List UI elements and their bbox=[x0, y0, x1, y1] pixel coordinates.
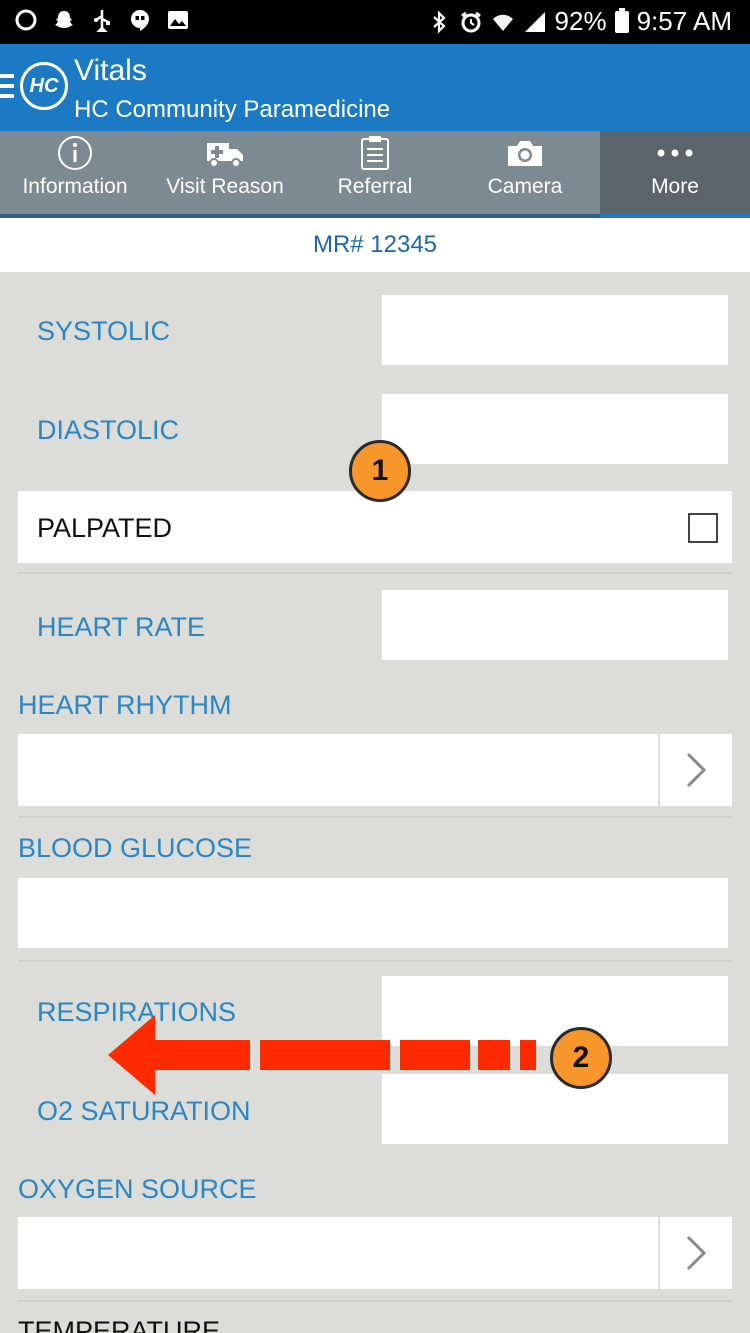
divider bbox=[18, 1300, 732, 1302]
hc-logo[interactable]: HC bbox=[20, 62, 68, 110]
divider bbox=[18, 960, 732, 962]
oxygen-source-label: OXYGEN SOURCE bbox=[18, 1174, 257, 1204]
hamburger-menu-icon[interactable] bbox=[0, 74, 14, 98]
alarm-icon bbox=[459, 10, 483, 34]
circle-icon bbox=[14, 8, 38, 32]
camera-icon bbox=[450, 131, 600, 175]
ambulance-icon bbox=[150, 131, 300, 175]
more-icon bbox=[600, 131, 750, 175]
annotation-badge-1: 1 bbox=[349, 440, 411, 502]
tab-label: More bbox=[651, 175, 699, 198]
usb-icon bbox=[90, 8, 114, 33]
heart-rhythm-select[interactable] bbox=[18, 734, 732, 806]
diastolic-input[interactable] bbox=[382, 394, 728, 464]
systolic-input[interactable] bbox=[382, 295, 728, 365]
snapchat-icon bbox=[52, 8, 76, 32]
clock: 9:57 AM bbox=[636, 6, 732, 36]
organization-subtitle: HC Community Paramedicine bbox=[74, 96, 391, 123]
divider bbox=[18, 572, 732, 574]
app-header: HC Vitals HC Community Paramedicine bbox=[0, 44, 750, 131]
blood-glucose-label: BLOOD GLUCOSE bbox=[18, 833, 253, 863]
tab-more[interactable]: More bbox=[600, 131, 750, 219]
heart-rhythm-label: HEART RHYTHM bbox=[18, 690, 232, 720]
tab-referral[interactable]: Referral bbox=[300, 131, 450, 214]
heart-rate-input[interactable] bbox=[382, 590, 728, 660]
diastolic-label: DIASTOLIC bbox=[37, 415, 180, 445]
palpated-checkbox[interactable] bbox=[688, 513, 718, 543]
tab-label: Information bbox=[22, 175, 128, 198]
status-bar: 92% 9:57 AM bbox=[0, 0, 750, 44]
hangouts-icon bbox=[128, 8, 152, 32]
wifi-icon bbox=[491, 10, 515, 34]
o2-saturation-label: O2 SATURATION bbox=[37, 1096, 251, 1126]
image-icon bbox=[166, 8, 190, 32]
tab-camera[interactable]: Camera bbox=[450, 131, 600, 214]
clipboard-icon bbox=[300, 131, 450, 175]
divider bbox=[18, 816, 732, 818]
oxygen-source-select[interactable] bbox=[18, 1217, 732, 1289]
temperature-label: TEMPERATURE bbox=[18, 1316, 221, 1333]
tab-bar: Information Visit Reason Referral Camera… bbox=[0, 131, 750, 219]
signal-icon bbox=[523, 10, 547, 34]
tab-label: Camera bbox=[487, 175, 563, 198]
tab-visit-reason[interactable]: Visit Reason bbox=[150, 131, 300, 214]
battery-percent: 92% bbox=[554, 6, 607, 36]
palpated-row[interactable]: PALPATED bbox=[18, 491, 732, 563]
chevron-right-icon[interactable] bbox=[658, 734, 732, 806]
tab-label: Referral bbox=[337, 175, 413, 198]
annotation-badge-2: 2 bbox=[550, 1027, 612, 1089]
medical-record-number: MR# 12345 bbox=[0, 218, 750, 272]
battery-icon bbox=[614, 7, 629, 33]
heart-rate-label: HEART RATE bbox=[37, 612, 206, 642]
info-icon bbox=[0, 131, 150, 175]
page-title: Vitals bbox=[74, 54, 147, 87]
bluetooth-icon bbox=[427, 9, 451, 34]
chevron-right-icon[interactable] bbox=[658, 1217, 732, 1289]
palpated-label: PALPATED bbox=[37, 513, 173, 543]
tab-label: Visit Reason bbox=[166, 175, 284, 198]
tab-information[interactable]: Information bbox=[0, 131, 150, 214]
blood-glucose-input[interactable] bbox=[18, 878, 728, 948]
systolic-label: SYSTOLIC bbox=[37, 316, 171, 346]
swipe-left-arrow-icon bbox=[108, 1015, 536, 1095]
